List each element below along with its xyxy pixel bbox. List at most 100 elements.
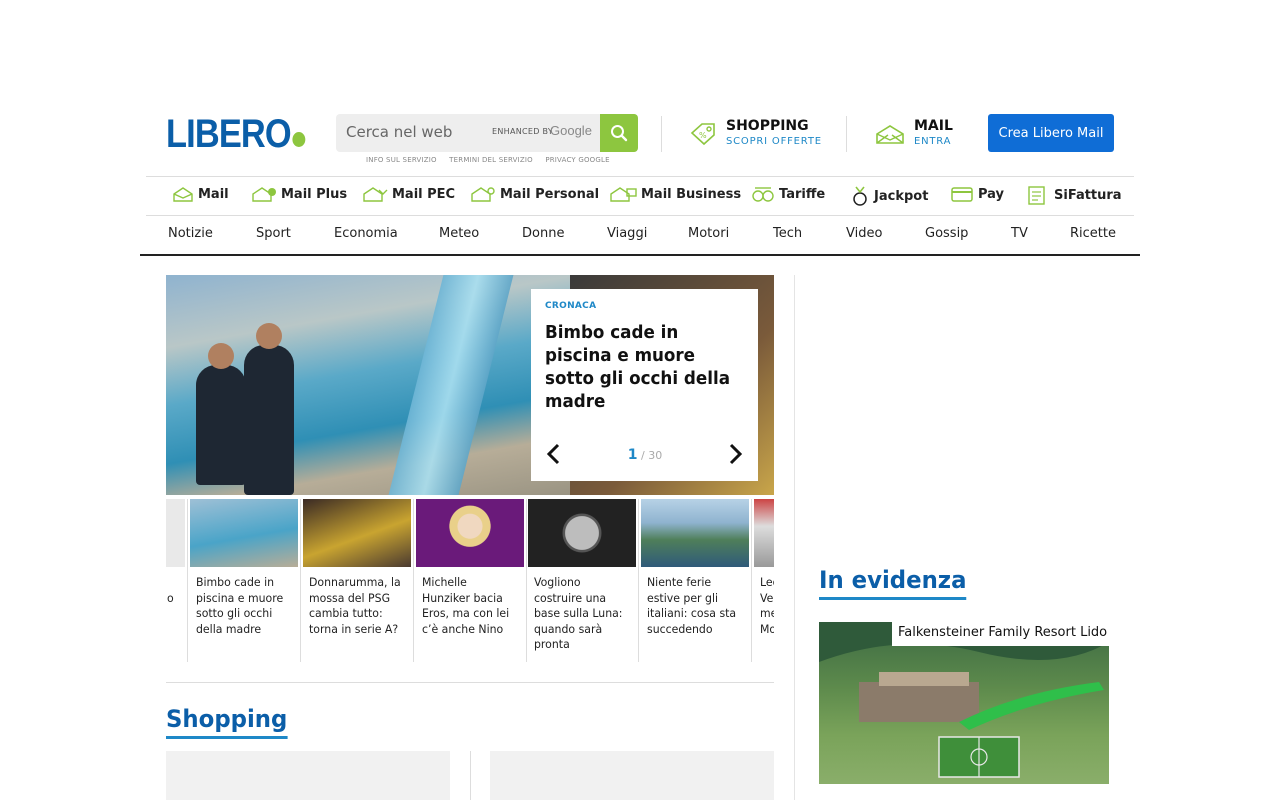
section-economia[interactable]: Economia	[334, 226, 398, 241]
hero-category[interactable]: CRONACA	[545, 301, 744, 311]
thumb-item[interactable]: Bimbo cade in piscina e muore sotto gli …	[188, 499, 301, 662]
section-viaggi[interactable]: Viaggi	[607, 226, 647, 241]
service-label: Mail Business	[641, 186, 742, 202]
officer-figure	[244, 323, 294, 495]
thumb-title: Leo Ve me Mo	[760, 575, 774, 636]
section-tech[interactable]: Tech	[773, 226, 802, 241]
search-button[interactable]	[600, 114, 638, 152]
termini-servizio-link[interactable]: TERMINI DEL SERVIZIO	[449, 156, 533, 164]
service-label: SiFattura	[1054, 187, 1122, 203]
thumb-title: Bimbo cade in piscina e muore sotto gli …	[196, 575, 284, 636]
jackpot-ring-icon	[853, 186, 867, 206]
column-divider	[794, 275, 795, 800]
section-gossip[interactable]: Gossip	[925, 226, 968, 241]
shopping-tag-icon: %	[690, 122, 715, 145]
shopping-card[interactable]	[166, 751, 450, 800]
shopping-card[interactable]	[490, 751, 774, 800]
service-label: Mail Personal	[500, 186, 600, 202]
section-motori[interactable]: Motori	[688, 226, 729, 241]
service-mail-business[interactable]: Mail Business	[609, 185, 741, 203]
thumb-item[interactable]: Vogliono costruire una base sulla Luna: …	[526, 499, 639, 662]
service-mail-plus[interactable]: Mail Plus	[251, 185, 347, 203]
mail-login-link[interactable]: MAIL ENTRA	[874, 118, 953, 149]
thumb-image	[166, 499, 185, 567]
service-sifattura[interactable]: SiFattura	[1026, 185, 1122, 205]
mail-pec-icon	[363, 187, 388, 202]
service-label: Mail Plus	[281, 186, 348, 202]
hero-total-pages: / 30	[641, 449, 663, 462]
libero-logo[interactable]: LIBERO	[166, 112, 306, 156]
section-tv[interactable]: TV	[1011, 226, 1028, 241]
thumb-item[interactable]: o	[166, 499, 188, 662]
hero-title[interactable]: Bimbo cade in piscina e muore sotto gli …	[545, 321, 744, 413]
section-video[interactable]: Video	[846, 226, 882, 241]
hero-prev-button[interactable]	[545, 443, 563, 468]
enhanced-by-label: ENHANCED BY	[492, 127, 554, 136]
mail-envelope-icon	[173, 187, 193, 202]
mail-title: MAIL	[914, 118, 953, 134]
hero-page-indicator: 1 / 30	[615, 447, 675, 463]
thumb-item[interactable]: Leo Ve me Mo	[752, 499, 774, 662]
hero-pager: 1 / 30	[545, 443, 744, 467]
thumb-title: Niente ferie estive per gli italiani: co…	[647, 575, 737, 636]
service-label: Mail	[198, 186, 229, 202]
header-divider	[661, 116, 662, 152]
logo-text: LIBERO	[166, 112, 292, 156]
thumb-image	[641, 499, 749, 567]
chevron-right-icon	[729, 443, 743, 465]
hero-next-button[interactable]	[726, 443, 744, 468]
sections-nav: Notizie Sport Economia Meteo Donne Viagg…	[140, 216, 1140, 256]
svg-text:%: %	[699, 131, 707, 140]
shopping-heading[interactable]: Shopping	[166, 704, 288, 739]
pay-card-icon	[951, 187, 973, 202]
crea-libero-mail-button[interactable]: Crea Libero Mail	[988, 114, 1114, 152]
hero-current-page: 1	[627, 447, 638, 463]
section-sport[interactable]: Sport	[256, 226, 291, 241]
shopping-link[interactable]: % SHOPPING SCOPRI OFFERTE	[688, 118, 822, 149]
service-label: Mail PEC	[392, 186, 456, 202]
thumb-title: Donnarumma, la mossa del PSG cambia tutt…	[309, 575, 401, 636]
service-label: Jackpot	[874, 188, 929, 204]
water-slide-graphic	[388, 275, 514, 495]
search-links: INFO SUL SERVIZIO TERMINI DEL SERVIZIO P…	[366, 156, 620, 164]
privacy-google-link[interactable]: PRIVACY GOOGLE	[545, 156, 609, 164]
service-pay[interactable]: Pay	[950, 185, 1004, 203]
service-mail[interactable]: Mail	[172, 185, 229, 203]
section-donne[interactable]: Donne	[522, 226, 564, 241]
evidenza-image[interactable]	[819, 622, 1109, 784]
search-box[interactable]: ENHANCED BY Google	[336, 114, 600, 152]
service-jackpot[interactable]: Jackpot	[850, 185, 928, 207]
section-ricette[interactable]: Ricette	[1070, 226, 1116, 241]
hero-card[interactable]: CRONACA Bimbo cade in piscina e muore so…	[531, 289, 758, 481]
service-mail-pec[interactable]: Mail PEC	[362, 185, 455, 203]
evidenza-caption[interactable]: Falkensteiner Family Resort Lido	[892, 622, 1114, 646]
section-notizie[interactable]: Notizie	[168, 226, 213, 241]
section-meteo[interactable]: Meteo	[439, 226, 479, 241]
mail-personal-icon	[471, 187, 495, 202]
thumb-item[interactable]: Donnarumma, la mossa del PSG cambia tutt…	[301, 499, 414, 662]
thumb-image	[303, 499, 411, 567]
google-label: Google	[550, 123, 592, 138]
thumb-title: Vogliono costruire una base sulla Luna: …	[534, 575, 623, 652]
header-divider	[846, 116, 847, 152]
thumb-item[interactable]: Niente ferie estive per gli italiani: co…	[639, 499, 752, 662]
thumb-title: Michelle Hunziker bacia Eros, ma con lei…	[422, 575, 510, 636]
shopping-subtitle: SCOPRI OFFERTE	[726, 136, 822, 147]
service-tariffe[interactable]: Tariffe	[751, 185, 825, 203]
thumbnail-strip: o Bimbo cade in piscina e muore sotto gl…	[166, 499, 774, 664]
hero-carousel[interactable]: CRONACA Bimbo cade in piscina e muore so…	[166, 275, 774, 495]
evidenza-heading: In evidenza	[819, 565, 967, 600]
service-mail-personal[interactable]: Mail Personal	[470, 185, 599, 203]
thumb-item[interactable]: Michelle Hunziker bacia Eros, ma con lei…	[414, 499, 527, 662]
service-label: Tariffe	[779, 186, 826, 202]
hero-image[interactable]	[166, 275, 570, 495]
services-nav: Mail Mail Plus Mail PEC Mail Personal Ma…	[146, 176, 1134, 216]
search-input[interactable]	[346, 123, 486, 141]
mail-plus-icon	[252, 187, 276, 202]
info-servizio-link[interactable]: INFO SUL SERVIZIO	[366, 156, 437, 164]
sifattura-document-icon	[1028, 186, 1045, 205]
shopping-title: SHOPPING	[726, 118, 809, 134]
mail-subtitle: ENTRA	[914, 136, 952, 147]
mail-business-icon	[610, 187, 637, 202]
officer-figure	[196, 343, 246, 485]
